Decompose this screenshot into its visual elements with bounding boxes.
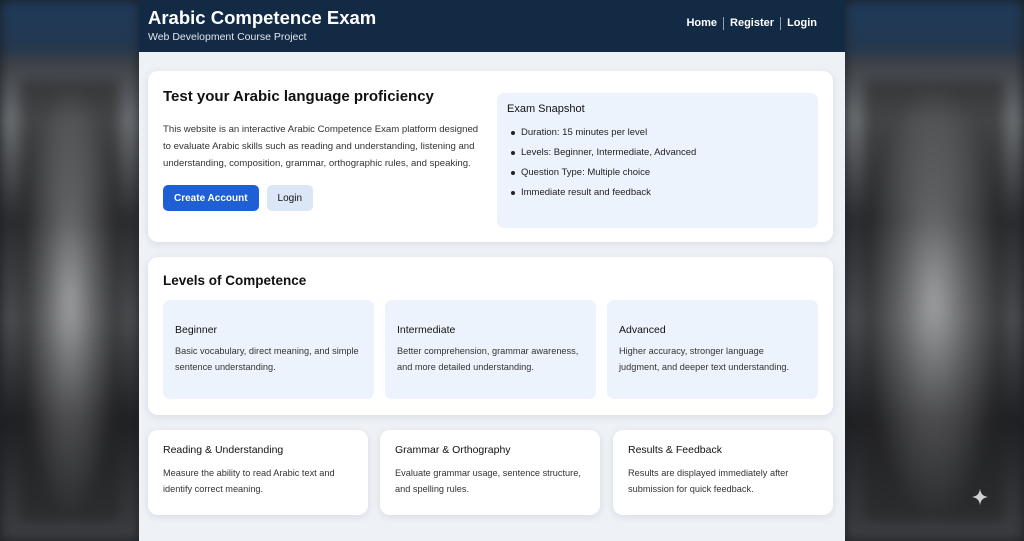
hero-description: This website is an interactive Arabic Co…: [163, 124, 479, 169]
site-subtitle: Web Development Course Project: [148, 31, 307, 43]
nav-login-link[interactable]: Login: [781, 17, 823, 30]
nav-home-link[interactable]: Home: [680, 17, 723, 30]
level-name: Advanced: [619, 324, 666, 336]
page: Arabic Competence Exam Web Development C…: [139, 0, 845, 541]
feature-reading-card: Reading & Understanding Measure the abil…: [148, 430, 368, 515]
list-item: Question Type: Multiple choice: [507, 163, 808, 183]
snapshot-title: Exam Snapshot: [507, 103, 585, 115]
site-header: Arabic Competence Exam Web Development C…: [139, 0, 845, 52]
levels-title: Levels of Competence: [163, 273, 307, 288]
levels-card: Levels of Competence Beginner Basic voca…: [148, 257, 833, 415]
feature-title: Results & Feedback: [628, 444, 722, 456]
feature-title: Reading & Understanding: [163, 444, 284, 456]
level-name: Beginner: [175, 324, 218, 336]
feature-description: Evaluate grammar usage, sentence structu…: [395, 468, 581, 494]
site-title: Arabic Competence Exam: [148, 7, 377, 28]
level-name: Intermediate: [397, 324, 456, 336]
hero-card: Test your Arabic language proficiency Th…: [148, 71, 833, 242]
levels-grid: Beginner Basic vocabulary, direct meanin…: [163, 300, 818, 399]
feature-grammar-card: Grammar & Orthography Evaluate grammar u…: [380, 430, 600, 515]
right-blurred-backdrop: [844, 0, 1024, 541]
feature-title: Grammar & Orthography: [395, 444, 511, 456]
level-description: Basic vocabulary, direct meaning, and si…: [175, 346, 359, 372]
create-account-button[interactable]: Create Account: [163, 185, 259, 211]
left-blurred-backdrop: [0, 0, 140, 541]
snapshot-list: Duration: 15 minutes per level Levels: B…: [507, 123, 808, 203]
level-description: Higher accuracy, stronger language judgm…: [619, 346, 790, 372]
feature-results-card: Results & Feedback Results are displayed…: [613, 430, 833, 515]
level-intermediate-card: Intermediate Better comprehension, gramm…: [385, 300, 596, 399]
feature-description: Results are displayed immediately after …: [628, 468, 789, 494]
level-description: Better comprehension, grammar awareness,…: [397, 346, 579, 372]
login-button[interactable]: Login: [266, 185, 314, 211]
level-beginner-card: Beginner Basic vocabulary, direct meanin…: [163, 300, 374, 399]
brand: Arabic Competence Exam Web Development C…: [148, 7, 376, 43]
sparkle-icon: [971, 488, 989, 506]
main-nav: Home Register Login: [680, 17, 823, 30]
list-item: Duration: 15 minutes per level: [507, 123, 808, 143]
list-item: Levels: Beginner, Intermediate, Advanced: [507, 143, 808, 163]
exam-snapshot-panel: Exam Snapshot Duration: 15 minutes per l…: [497, 93, 818, 228]
level-advanced-card: Advanced Higher accuracy, stronger langu…: [607, 300, 818, 399]
feature-description: Measure the ability to read Arabic text …: [163, 468, 335, 494]
nav-register-link[interactable]: Register: [724, 17, 780, 30]
list-item: Immediate result and feedback: [507, 183, 808, 203]
